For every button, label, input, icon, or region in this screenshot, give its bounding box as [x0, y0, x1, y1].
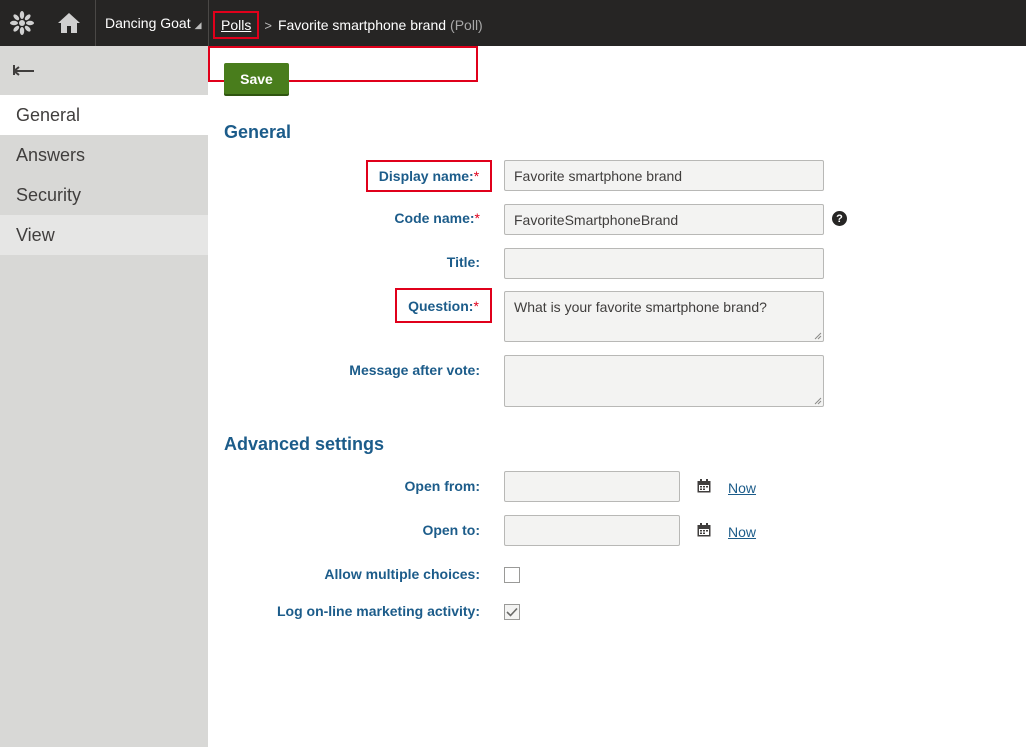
code-name-input[interactable] [504, 204, 824, 235]
advanced-settings-title: Advanced settings [224, 434, 385, 454]
log-marketing-activity-label: Log on-line marketing activity: [276, 603, 480, 619]
resize-handle-icon[interactable] [814, 332, 822, 340]
caret-down-icon: ◢ [194, 19, 202, 30]
site-name: Dancing Goat [105, 15, 191, 31]
chevron-right-icon: > [264, 17, 272, 33]
kentico-logo-icon [10, 11, 34, 35]
home-button[interactable] [44, 0, 94, 46]
open-to-label: Open to: [422, 522, 480, 538]
resize-handle-icon[interactable] [814, 397, 822, 405]
calendar-icon[interactable] [697, 523, 711, 537]
home-icon [58, 13, 80, 33]
general-section-title: General [224, 122, 292, 142]
open-from-label: Open from: [404, 478, 480, 494]
breadcrumb-type: (Poll) [450, 17, 483, 33]
required-mark: * [474, 210, 480, 226]
open-to-input[interactable] [504, 515, 680, 546]
breadcrumb-current: Favorite smartphone brand [277, 17, 447, 33]
message-after-vote-textarea[interactable] [504, 355, 824, 407]
question-circle-icon[interactable]: ? [832, 211, 847, 226]
open-from-now-link[interactable]: Now [728, 480, 756, 496]
code-name-label: Code name:* [394, 210, 480, 226]
left-navigation: General Answers Security View [0, 46, 208, 747]
question-label: Question: * [395, 288, 492, 323]
open-to-now-link[interactable]: Now [728, 524, 756, 540]
nav-item-label: Answers [16, 144, 86, 165]
site-selector[interactable]: Dancing Goat ◢ [96, 0, 208, 46]
nav-item-answers[interactable]: Answers [0, 135, 208, 175]
back-arrow-icon [13, 65, 34, 76]
display-name-input[interactable] [504, 160, 824, 191]
nav-item-label: Security [16, 184, 82, 205]
log-marketing-activity-checkbox[interactable] [504, 604, 520, 620]
open-from-input[interactable] [504, 471, 680, 502]
save-button[interactable]: Save [224, 63, 289, 94]
nav-item-label: View [16, 224, 55, 245]
title-input[interactable] [504, 248, 824, 279]
divider [208, 0, 209, 46]
allow-multiple-choices-checkbox[interactable] [504, 567, 520, 583]
message-after-vote-label: Message after vote: [349, 362, 480, 378]
allow-multiple-choices-label: Allow multiple choices: [324, 566, 480, 582]
nav-item-general[interactable]: General [0, 95, 208, 135]
breadcrumb: Polls > Favorite smartphone brand (Poll) [213, 11, 483, 39]
nav-item-label: General [16, 104, 81, 125]
checkmark-icon [506, 607, 518, 617]
required-mark: * [473, 168, 480, 184]
app-menu-button[interactable] [0, 0, 44, 46]
question-textarea[interactable]: What is your favorite smartphone brand? [504, 291, 824, 342]
top-bar: Dancing Goat ◢ Polls > Favorite smartpho… [0, 0, 1026, 46]
nav-item-security[interactable]: Security [0, 175, 208, 215]
display-name-label: Display name: * [366, 160, 492, 192]
calendar-icon[interactable] [697, 479, 711, 493]
title-label: Title: [446, 254, 480, 270]
main-content: Save General Display name:* Code name:* … [208, 46, 1026, 747]
back-button[interactable] [0, 46, 208, 94]
required-mark: * [473, 297, 479, 314]
breadcrumb-polls-link[interactable]: Polls [213, 11, 260, 39]
nav-item-view[interactable]: View [0, 215, 208, 255]
